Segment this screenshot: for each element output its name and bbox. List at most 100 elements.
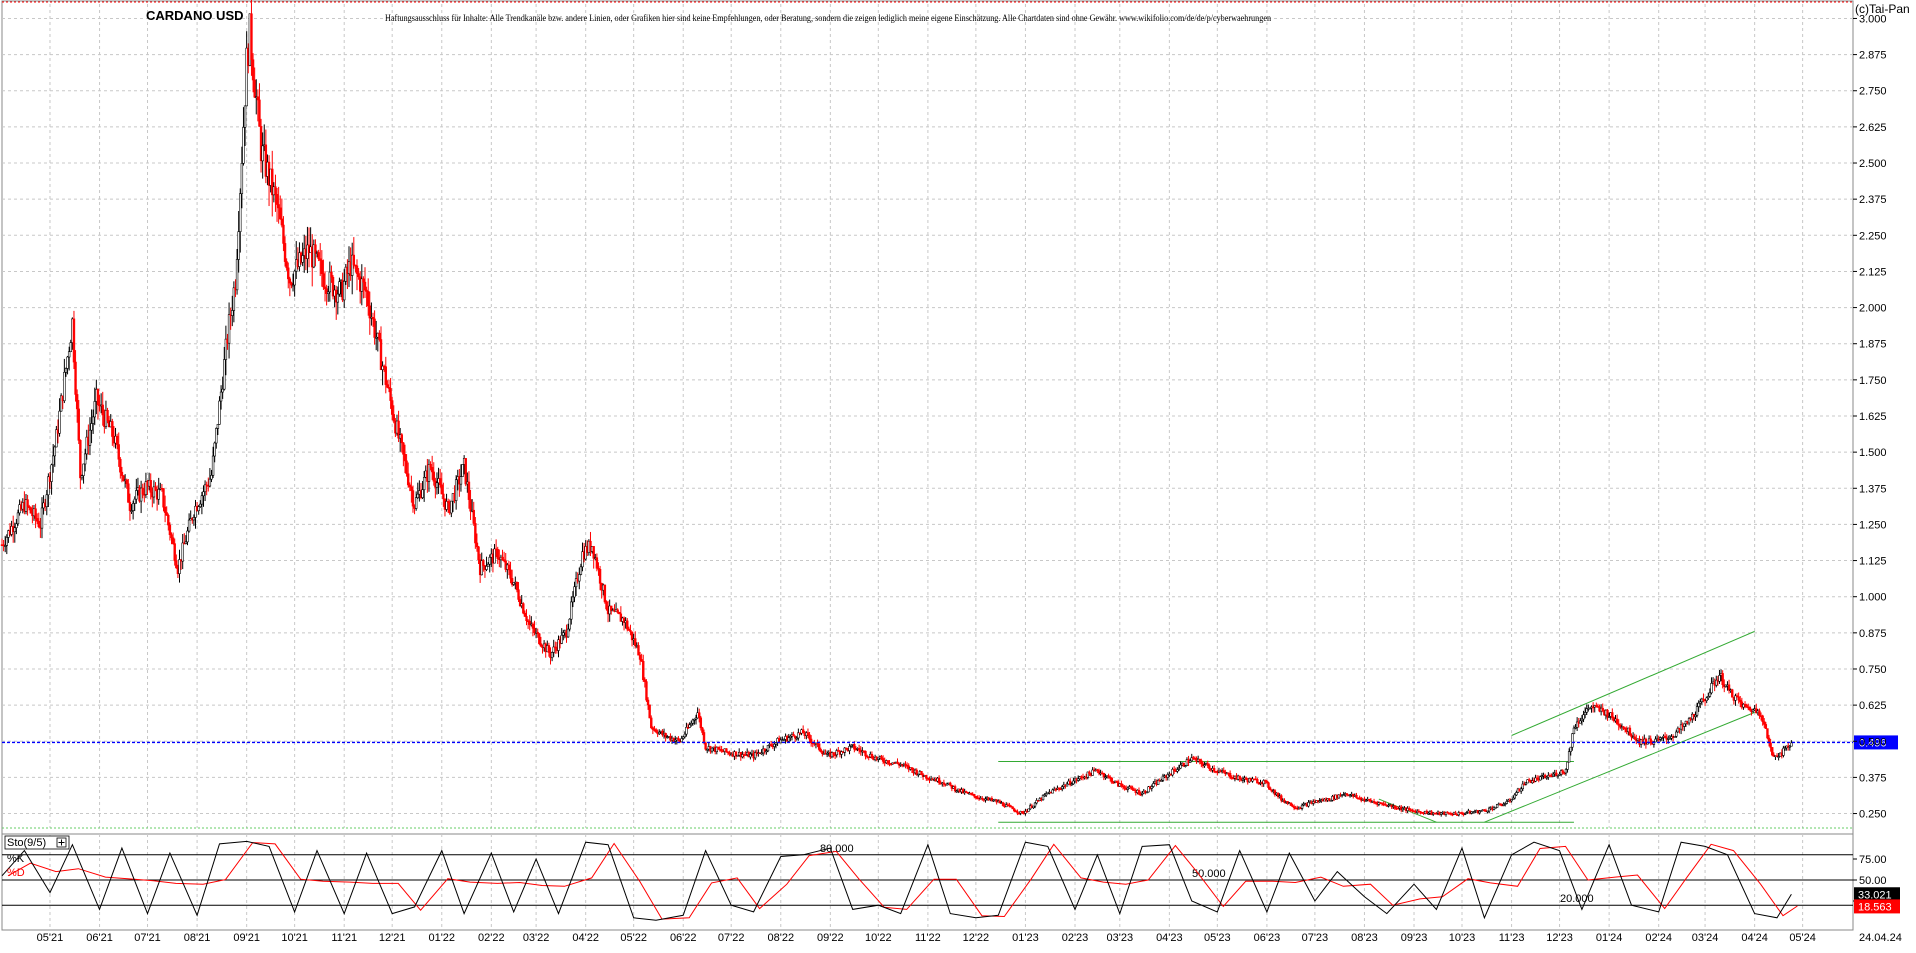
candle-body bbox=[1206, 763, 1209, 766]
candle-body bbox=[287, 267, 290, 280]
candle-body bbox=[90, 423, 93, 431]
candle-body bbox=[598, 568, 602, 584]
candle-body bbox=[509, 569, 512, 579]
price-tick-label: 2.750 bbox=[1859, 86, 1887, 98]
price-tick-label: 1.875 bbox=[1859, 339, 1887, 351]
candle-body bbox=[167, 514, 170, 526]
candle-body bbox=[701, 727, 704, 733]
candle-body bbox=[566, 628, 570, 638]
candle-body bbox=[69, 342, 72, 353]
time-tick-label: 06'22 bbox=[670, 932, 697, 944]
candle-body bbox=[171, 537, 175, 544]
price-tick-label: 2.000 bbox=[1859, 303, 1887, 315]
candle-body bbox=[199, 503, 202, 507]
time-tick-label: 05'24 bbox=[1789, 932, 1816, 944]
candle-body bbox=[154, 486, 157, 491]
candle-body bbox=[215, 428, 218, 444]
candle-body bbox=[573, 586, 576, 598]
candle-body bbox=[357, 273, 360, 278]
candle-body bbox=[88, 429, 92, 446]
candle-body bbox=[469, 499, 472, 512]
candle-body bbox=[645, 681, 648, 701]
candle-body bbox=[1355, 795, 1358, 799]
last-date-label: 24.04.24 bbox=[1859, 932, 1902, 944]
candle-body bbox=[80, 475, 84, 479]
candle-body bbox=[517, 589, 520, 600]
candle-body bbox=[165, 512, 168, 516]
candle-body bbox=[200, 495, 204, 505]
candle-body bbox=[414, 497, 418, 509]
candle-body bbox=[343, 281, 346, 301]
candle-body bbox=[1280, 795, 1283, 801]
candle-body bbox=[429, 464, 432, 468]
time-tick-label: 12'21 bbox=[379, 932, 406, 944]
candle-body bbox=[75, 394, 79, 410]
time-tick-label: 06'21 bbox=[86, 932, 113, 944]
candle-body bbox=[211, 455, 215, 476]
candle-body bbox=[253, 79, 256, 98]
time-tick-label: 09'21 bbox=[233, 932, 260, 944]
candle-body bbox=[1179, 764, 1182, 769]
candle-body bbox=[522, 603, 525, 614]
candle-body bbox=[239, 193, 242, 232]
candle-body bbox=[1110, 777, 1113, 783]
candle-body bbox=[101, 404, 104, 416]
time-tick-label: 08'22 bbox=[767, 932, 794, 944]
candle-body bbox=[400, 434, 403, 444]
candle-body bbox=[131, 503, 135, 511]
candle-body bbox=[29, 507, 32, 514]
candle-body bbox=[488, 556, 491, 565]
candle-body bbox=[1697, 702, 1700, 707]
candle-body bbox=[638, 654, 642, 660]
candle-body bbox=[1628, 727, 1632, 736]
candle-body bbox=[525, 616, 528, 622]
candle-body bbox=[467, 481, 471, 500]
candle-body bbox=[261, 145, 264, 162]
candle-body bbox=[352, 254, 356, 266]
candle-body bbox=[175, 560, 178, 569]
time-tick-label: 02'24 bbox=[1645, 932, 1672, 944]
candle-body bbox=[58, 410, 61, 434]
candle-body bbox=[1582, 714, 1585, 720]
price-tick-label: 1.750 bbox=[1859, 375, 1887, 387]
candle-body bbox=[285, 261, 288, 269]
candle-body bbox=[1152, 783, 1155, 787]
candle-body bbox=[496, 549, 499, 559]
time-tick-label: 05'22 bbox=[620, 932, 647, 944]
candle-body bbox=[50, 464, 53, 482]
candle-body bbox=[66, 356, 69, 369]
candle-body bbox=[13, 527, 16, 533]
time-tick-label: 04'24 bbox=[1741, 932, 1768, 944]
candle-body bbox=[368, 305, 371, 319]
last-d-label: 18.563 bbox=[1858, 901, 1892, 913]
candle-body bbox=[654, 729, 658, 733]
candle-body bbox=[83, 453, 87, 465]
price-tick-label: 2.375 bbox=[1859, 194, 1887, 206]
candle-body bbox=[402, 442, 405, 455]
candle-body bbox=[379, 339, 383, 370]
candle-body bbox=[578, 574, 581, 582]
candle-body bbox=[279, 207, 282, 220]
time-tick-label: 05'23 bbox=[1204, 932, 1231, 944]
time-tick-label: 07'21 bbox=[134, 932, 161, 944]
candle-body bbox=[320, 260, 324, 274]
legend-k: %K bbox=[7, 853, 25, 865]
candle-body bbox=[683, 733, 687, 738]
candle-body bbox=[704, 742, 707, 750]
candle-body bbox=[187, 519, 191, 532]
price-tick-label: 0.250 bbox=[1859, 809, 1887, 821]
candle-body bbox=[1120, 783, 1123, 787]
candle-body bbox=[256, 96, 260, 101]
candle-body bbox=[40, 507, 44, 529]
candle-body bbox=[648, 704, 651, 719]
candle-body bbox=[227, 314, 231, 344]
candle-body bbox=[568, 618, 571, 630]
candle-body bbox=[1566, 761, 1569, 770]
candle-body bbox=[111, 421, 114, 437]
candle-body bbox=[1708, 692, 1712, 697]
candle-body bbox=[710, 747, 714, 752]
candle-body bbox=[523, 612, 527, 617]
candle-body bbox=[210, 475, 213, 480]
candle-body bbox=[493, 548, 496, 564]
candle-body bbox=[1771, 747, 1774, 756]
